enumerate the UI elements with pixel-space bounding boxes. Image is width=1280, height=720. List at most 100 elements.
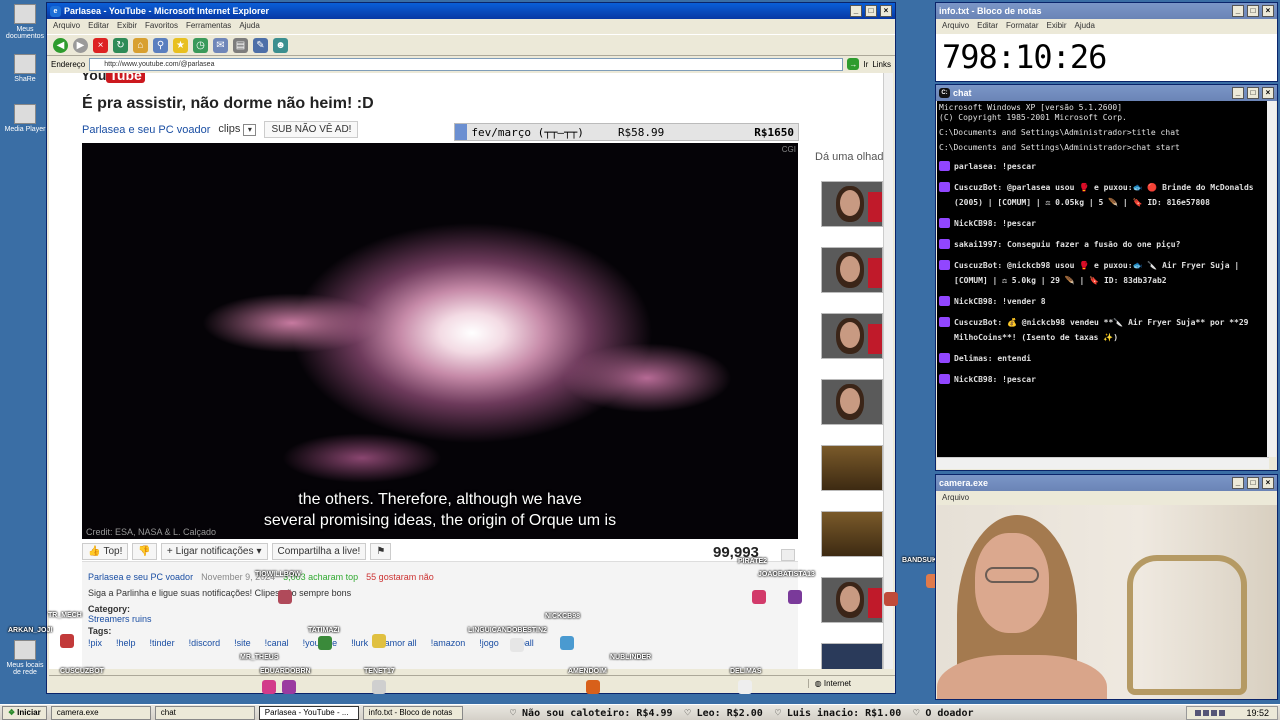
taskbar-item-chat[interactable]: chat — [154, 705, 255, 720]
menu-editar[interactable]: Editar — [88, 21, 109, 32]
go-arrow-icon[interactable]: → — [847, 58, 860, 70]
tag-link[interactable]: !amazon — [431, 638, 466, 648]
close-button[interactable]: × — [1262, 87, 1274, 99]
video-player[interactable]: CGI the others. Therefore, although we h… — [82, 143, 798, 539]
links-button[interactable]: Links — [872, 60, 891, 69]
tag-link[interactable]: !pix — [88, 638, 102, 648]
stats-icon[interactable] — [781, 549, 795, 561]
share-button[interactable]: Compartilha a live! — [271, 543, 367, 560]
desktop-icon-share[interactable]: ShaRe — [4, 54, 46, 83]
flag-button[interactable]: ⚑ — [370, 543, 392, 560]
tag-link[interactable]: !help — [116, 638, 136, 648]
dislike-button[interactable]: 👎 — [132, 543, 157, 560]
close-button[interactable]: × — [880, 5, 892, 17]
description-channel[interactable]: Parlasea e seu PC voador — [88, 572, 193, 582]
console-scrollbar[interactable] — [1267, 101, 1276, 457]
related-video-thumb[interactable] — [821, 445, 883, 491]
related-video-thumb[interactable] — [821, 511, 883, 557]
channel-link[interactable]: Parlasea e seu PC voador — [82, 124, 210, 136]
taskbar-item-notepad[interactable]: info.txt - Bloco de notas — [362, 705, 463, 720]
tag-link[interactable]: !amor all — [382, 638, 417, 648]
ticker-item: ♡ Não sou caloteiro: R$4.99 — [510, 707, 673, 719]
tag-link[interactable]: !jogo — [479, 638, 499, 648]
timer-text[interactable]: 798:10:26 — [936, 34, 1277, 81]
camera-titlebar[interactable]: camera.exe _ □ × — [936, 475, 1277, 491]
tag-link[interactable]: !site — [234, 638, 251, 648]
menu-arquivo[interactable]: Arquivo — [942, 21, 969, 32]
mail-icon[interactable]: ✉ — [213, 37, 228, 53]
desktop-icon-network[interactable]: Meus locais de rede — [4, 640, 46, 676]
home-icon[interactable]: ⌂ — [133, 37, 148, 53]
chat-message-text: NickCB98: !pescar — [954, 219, 1036, 228]
chat-titlebar[interactable]: C: chat _ □ × — [936, 85, 1277, 101]
clips-dropdown[interactable]: clips ▾ — [218, 123, 257, 136]
menu-exibir[interactable]: Exibir — [1046, 21, 1066, 32]
related-video-thumb[interactable] — [821, 643, 883, 669]
refresh-icon[interactable]: ↻ — [113, 37, 128, 53]
youtube-logo[interactable]: You Tube — [81, 73, 145, 83]
close-button[interactable]: × — [1262, 477, 1274, 489]
menu-ferramentas[interactable]: Ferramentas — [186, 21, 231, 32]
console-hscrollbar[interactable] — [937, 457, 1269, 469]
tag-link[interactable]: !tinder — [150, 638, 175, 648]
menu-arquivo[interactable]: Arquivo — [53, 21, 80, 32]
tag-link[interactable]: !canal — [265, 638, 289, 648]
like-button[interactable]: 👍 Top! — [82, 543, 129, 560]
subscribe-button[interactable]: SUB NÃO VÊ AD! — [264, 121, 359, 138]
menu-exibir[interactable]: Exibir — [117, 21, 137, 32]
search-icon[interactable]: ⚲ — [153, 37, 168, 53]
minimize-button[interactable]: _ — [1232, 477, 1244, 489]
menu-ajuda[interactable]: Ajuda — [239, 21, 259, 32]
address-input[interactable]: http://www.youtube.com/@parlasea — [89, 57, 844, 71]
related-video-thumb[interactable] — [821, 181, 883, 227]
menu-arquivo[interactable]: Arquivo — [942, 493, 969, 504]
favorites-icon[interactable]: ★ — [173, 37, 188, 53]
maximize-button[interactable]: □ — [1247, 87, 1259, 99]
taskbar-item-browser[interactable]: Parlasea - YouTube - ... — [258, 705, 359, 720]
maximize-button[interactable]: □ — [1247, 477, 1259, 489]
related-video-thumb[interactable] — [821, 247, 883, 293]
menu-favoritos[interactable]: Favoritos — [145, 21, 178, 32]
taskbar-item-camera[interactable]: camera.exe — [50, 705, 151, 720]
menu-ajuda[interactable]: Ajuda — [1075, 21, 1095, 32]
print-icon[interactable]: ▤ — [233, 37, 248, 53]
minimize-button[interactable]: _ — [850, 5, 862, 17]
minimize-button[interactable]: _ — [1232, 87, 1244, 99]
desktop-icon-documents[interactable]: Meus documentos — [4, 4, 46, 40]
chat-message: CuscuzBot: 💰 @nickcb98 vendeu **🔪 Air Fr… — [939, 315, 1267, 345]
maximize-button[interactable]: □ — [1247, 5, 1259, 17]
description-box: Parlasea e seu PC voador November 9, 202… — [82, 561, 798, 669]
tray-icons[interactable] — [1195, 710, 1225, 716]
notepad-titlebar[interactable]: info.txt - Bloco de notas _ □ × — [936, 3, 1277, 19]
chat-console-output[interactable]: Microsoft Windows XP [versão 5.1.2600] (… — [937, 101, 1269, 457]
menu-editar[interactable]: Editar — [977, 21, 998, 32]
category-value[interactable]: Streamers ruins — [88, 614, 792, 624]
related-video-thumb[interactable] — [821, 313, 883, 359]
tag-link[interactable]: !discord — [189, 638, 221, 648]
history-icon[interactable]: ◷ — [193, 37, 208, 53]
stop-icon[interactable]: × — [93, 37, 108, 53]
address-bar: Endereço http://www.youtube.com/@parlase… — [47, 56, 895, 72]
chat-message-list: parlasea: !pescar CuscuzBot: @parlasea us… — [939, 159, 1267, 387]
flag-icon: ⚑ — [376, 546, 386, 557]
chat-username: Delimas — [954, 354, 988, 363]
menu-formatar[interactable]: Formatar — [1006, 21, 1038, 32]
browser-titlebar[interactable]: e Parlasea - YouTube - Microsoft Interne… — [47, 3, 895, 19]
go-button[interactable]: Ir — [863, 60, 868, 69]
minimize-button[interactable]: _ — [1232, 5, 1244, 17]
edit-icon[interactable]: ✎ — [253, 37, 268, 53]
sprite-avatar — [738, 680, 752, 694]
notify-button[interactable]: + Ligar notificações ▾ — [160, 543, 268, 560]
close-button[interactable]: × — [1262, 5, 1274, 17]
desktop-icon-media-player[interactable]: Media Player — [4, 104, 46, 133]
chat-username: CuscuzBot — [954, 261, 998, 270]
maximize-button[interactable]: □ — [865, 5, 877, 17]
messenger-icon[interactable]: ☻ — [273, 37, 288, 53]
related-video-thumb[interactable] — [821, 379, 883, 425]
related-video-thumb[interactable] — [821, 577, 883, 623]
tag-link[interactable]: !lurk — [351, 638, 368, 648]
start-button[interactable]: ❖ Iniciar — [2, 705, 47, 720]
back-icon[interactable]: ◀ — [53, 37, 68, 53]
page-scrollbar[interactable] — [883, 73, 893, 669]
forward-icon[interactable]: ▶ — [73, 37, 88, 53]
